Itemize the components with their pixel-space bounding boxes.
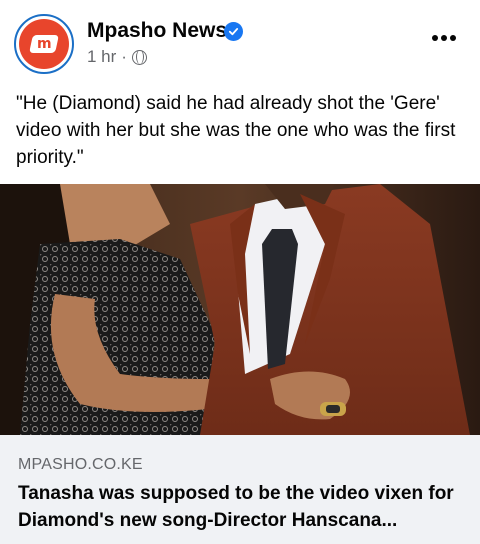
post-header: m Mpasho News 1 hr ·	[0, 0, 480, 84]
post-time[interactable]: 1 hr	[87, 47, 116, 67]
page-avatar[interactable]: m	[14, 14, 74, 74]
meta-separator: ·	[121, 47, 127, 66]
mpasho-logo-mark: m	[29, 35, 59, 53]
post-text: "He (Diamond) said he had already shot t…	[16, 93, 456, 168]
post-photo[interactable]	[0, 184, 480, 435]
link-domain: MPASHO.CO.KE	[18, 456, 143, 473]
post-meta: 1 hr ·	[87, 47, 147, 67]
verified-badge-icon	[224, 22, 243, 41]
link-title[interactable]: Tanasha was supposed to be the video vix…	[18, 480, 468, 534]
more-options-icon[interactable]	[432, 30, 462, 46]
mpasho-logo: m	[19, 19, 69, 69]
link-preview[interactable]: MPASHO.CO.KE Tanasha was supposed to be …	[0, 435, 480, 544]
globe-icon	[131, 49, 147, 65]
couple-photo	[0, 184, 480, 435]
page-name[interactable]: Mpasho News	[87, 19, 227, 43]
